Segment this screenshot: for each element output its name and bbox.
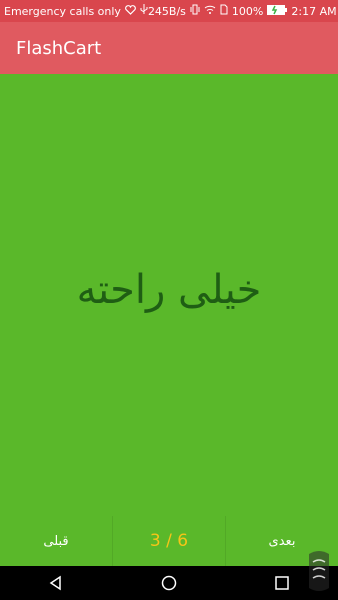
card-counter: 3 / 6 [112, 516, 226, 566]
battery-charging-icon [267, 4, 288, 18]
home-button[interactable] [149, 566, 189, 600]
vibrate-icon [190, 4, 200, 18]
back-icon [49, 575, 62, 591]
battery-percent: 100% [231, 4, 264, 18]
home-icon [161, 575, 177, 591]
flashcard-word: خیلی راحته [76, 267, 262, 313]
clock: 2:17 AM [291, 4, 337, 18]
recents-icon [274, 576, 289, 590]
network-speed: 245B/s [147, 4, 186, 18]
status-bar: Emergency calls only 245B/s 100% 2:17 AM [0, 0, 338, 22]
recents-button[interactable] [262, 566, 302, 600]
wifi-icon [204, 5, 216, 18]
flashcard[interactable]: خیلی راحته [0, 74, 338, 516]
back-button[interactable] [36, 566, 76, 600]
app-title: FlashCart [16, 37, 102, 59]
system-navigation-bar [0, 566, 338, 600]
app-bar: FlashCart [0, 22, 338, 74]
app-logo-watermark [304, 546, 334, 596]
heart-icon [125, 4, 136, 18]
sim-icon [220, 4, 228, 18]
carrier-text: Emergency calls only [4, 4, 121, 18]
card-navigation: قبلی 3 / 6 بعدی [0, 516, 338, 566]
previous-button[interactable]: قبلی [0, 516, 112, 566]
usb-icon [140, 4, 148, 18]
